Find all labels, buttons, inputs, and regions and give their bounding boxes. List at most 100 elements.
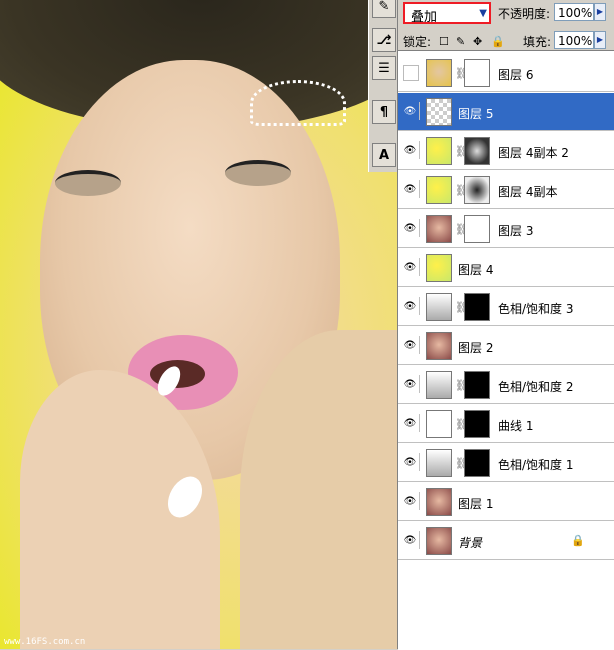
opacity-input[interactable]: 100%	[554, 3, 594, 21]
visibility-eye-icon[interactable]: 👁	[401, 219, 420, 237]
layer-row[interactable]: 👁 图层 4	[398, 249, 614, 287]
lock-all-icon[interactable]: 🔒	[491, 35, 505, 48]
layer-name: 图层 2	[458, 341, 494, 355]
visibility-eye-icon[interactable]: 👁	[401, 492, 420, 510]
layer-thumbnail[interactable]	[426, 410, 452, 438]
layer-row[interactable]: 👁 ⛓ 曲线 1	[398, 405, 614, 443]
visibility-eye-icon[interactable]: 👁	[401, 453, 420, 471]
paragraph-icon[interactable]: ¶	[372, 100, 396, 124]
blend-mode-value: 叠加	[411, 10, 438, 25]
eye-icon: 👁	[403, 534, 417, 546]
layer-row[interactable]: 👁 ⛓ 图层 4副本 2	[398, 132, 614, 170]
layer-thumbnail[interactable]	[426, 137, 452, 165]
layers-list: 👁⛓图层 6👁图层 5👁⛓图层 4副本 2👁⛓图层 4副本👁⛓图层 3👁图层 4…	[398, 50, 614, 650]
eye-icon: 👁	[403, 183, 417, 195]
layer-thumbnail[interactable]	[426, 59, 452, 87]
layer-name: 曲线 1	[498, 419, 534, 433]
history-glyph: ⎇	[376, 32, 392, 48]
lock-pixels-icon[interactable]: ✎	[456, 35, 465, 48]
layer-row[interactable]: 👁 图层 5	[398, 93, 614, 131]
eye-icon: 👁	[403, 300, 417, 312]
layer-name: 图层 5	[458, 107, 494, 121]
layer-name: 色相/饱和度 2	[498, 380, 574, 394]
layer-mask-thumbnail[interactable]	[464, 176, 490, 204]
layer-row[interactable]: 👁 ⛓ 图层 3	[398, 210, 614, 248]
layer-name: 图层 4	[458, 263, 494, 277]
brush-icon[interactable]: ✎	[372, 0, 396, 18]
layer-row[interactable]: 👁 图层 2	[398, 327, 614, 365]
lock-transparency-icon[interactable]: ☐	[439, 35, 449, 48]
layer-name: 图层 4副本	[498, 185, 558, 199]
character-icon[interactable]: A	[372, 143, 396, 167]
layer-thumbnail[interactable]	[426, 527, 452, 555]
layer-row[interactable]: 👁 背景 🔒	[398, 522, 614, 560]
layer-thumbnail[interactable]	[426, 449, 452, 477]
layer-row[interactable]: 👁 图层 1	[398, 483, 614, 521]
visibility-eye-icon[interactable]: 👁	[401, 531, 420, 549]
visibility-eye-icon[interactable]: 👁	[401, 414, 420, 432]
layer-mask-thumbnail[interactable]	[464, 215, 490, 243]
brush-glyph: ✎	[378, 0, 390, 14]
fill-label: 填充:	[523, 35, 552, 49]
layer-name: 图层 3	[498, 224, 534, 238]
layer-thumbnail[interactable]	[426, 98, 452, 126]
layer-thumbnail[interactable]	[426, 254, 452, 282]
layer-thumbnail[interactable]	[426, 371, 452, 399]
layer-name: 色相/饱和度 3	[498, 302, 574, 316]
layer-name: 图层 1	[458, 497, 494, 511]
left-eye	[55, 170, 121, 196]
layer-thumbnail[interactable]	[426, 332, 452, 360]
visibility-eye-icon[interactable]: 👁	[403, 65, 419, 81]
channels-icon[interactable]: ☰	[372, 56, 396, 80]
paragraph-glyph: ¶	[379, 104, 389, 120]
layer-thumbnail[interactable]	[426, 293, 452, 321]
fill-input[interactable]: 100%	[554, 31, 594, 49]
watermark-text: www.16FS.com.cn	[4, 637, 86, 647]
layer-row[interactable]: 👁 ⛓ 色相/饱和度 3	[398, 288, 614, 326]
eye-icon: 👁	[403, 105, 417, 117]
panel-dock-strip: ✎ ⎇ ☰ ¶ A	[368, 0, 398, 172]
layer-row[interactable]: 👁 ⛓ 图层 4副本	[398, 171, 614, 209]
visibility-eye-icon[interactable]: 👁	[401, 102, 420, 120]
visibility-eye-icon[interactable]: 👁	[401, 336, 420, 354]
lock-label: 锁定:	[403, 35, 432, 49]
layer-mask-thumbnail[interactable]	[464, 410, 490, 438]
eye-icon: 👁	[403, 144, 417, 156]
visibility-eye-icon[interactable]: 👁	[401, 258, 420, 276]
layer-thumbnail[interactable]	[426, 176, 452, 204]
visibility-eye-icon[interactable]: 👁	[401, 180, 420, 198]
eye-icon: 👁	[403, 417, 417, 429]
layer-name: 色相/饱和度 1	[498, 458, 574, 472]
layer-row[interactable]: 👁 ⛓ 色相/饱和度 1	[398, 444, 614, 482]
layer-lock-icon: 🔒	[571, 534, 585, 547]
layer-name: 图层 6	[498, 68, 534, 82]
visibility-eye-icon[interactable]: 👁	[401, 297, 420, 315]
layer-name: 图层 4副本 2	[498, 146, 569, 160]
layer-mask-thumbnail[interactable]	[464, 59, 490, 87]
fill-slider-arrow[interactable]: ▶	[594, 31, 606, 49]
opacity-slider-arrow[interactable]: ▶	[594, 3, 606, 21]
layer-row[interactable]: 👁 ⛓ 色相/饱和度 2	[398, 366, 614, 404]
character-glyph: A	[378, 147, 390, 163]
visibility-eye-icon[interactable]: 👁	[401, 375, 420, 393]
eye-icon: 👁	[403, 378, 417, 390]
layer-mask-thumbnail[interactable]	[464, 137, 490, 165]
lock-position-icon[interactable]: ✥	[473, 35, 482, 48]
layer-name: 背景	[458, 536, 483, 550]
visibility-eye-icon[interactable]: 👁	[401, 141, 420, 159]
eye-icon: 👁	[403, 339, 417, 351]
layer-mask-thumbnail[interactable]	[464, 371, 490, 399]
layers-panel: 叠加 ▼ 不透明度: 100% ▶ 锁定: ☐ ✎ ✥ 🔒 填充: 100% ▶…	[397, 0, 614, 650]
layer-thumbnail[interactable]	[426, 215, 452, 243]
eye-icon: 👁	[403, 261, 417, 273]
blend-mode-select[interactable]: 叠加 ▼	[403, 2, 491, 25]
layer-thumbnail[interactable]	[426, 488, 452, 516]
image-canvas[interactable]: www.16FS.com.cn	[0, 0, 397, 649]
history-icon[interactable]: ⎇	[372, 28, 396, 52]
channels-glyph: ☰	[378, 60, 390, 76]
layer-row[interactable]: 👁⛓图层 6	[398, 54, 614, 92]
layer-mask-thumbnail[interactable]	[464, 293, 490, 321]
lace-ornament	[250, 80, 346, 126]
right-eye	[225, 160, 291, 186]
layer-mask-thumbnail[interactable]	[464, 449, 490, 477]
